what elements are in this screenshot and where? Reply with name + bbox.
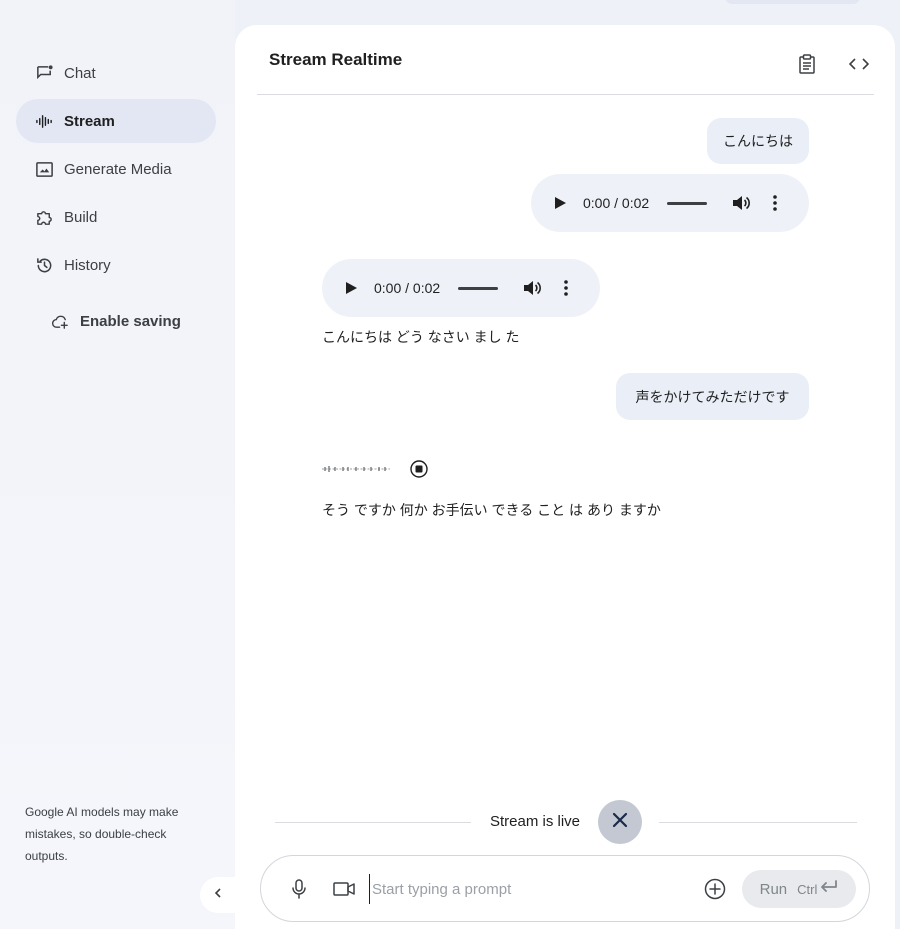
stream-status: Stream is live xyxy=(490,813,581,830)
model-audio-player[interactable]: 0:00 / 0:02 xyxy=(322,259,600,317)
sidebar-item-label: Chat xyxy=(64,64,96,82)
user-message: 声をかけてみただけです xyxy=(616,373,809,420)
collapse-sidebar-button[interactable] xyxy=(200,877,236,913)
history-icon xyxy=(34,255,54,275)
close-icon xyxy=(612,812,628,833)
enable-saving-label: Enable saving xyxy=(80,312,181,330)
sidebar-item-label: Build xyxy=(64,208,98,226)
volume-icon[interactable] xyxy=(522,278,542,298)
model-message-text: こんにちは どう なさい まし た xyxy=(322,329,520,345)
user-message-text: 声をかけてみただけです xyxy=(635,388,790,405)
image-icon xyxy=(34,159,54,179)
sidebar-item-label: Stream xyxy=(64,112,115,130)
add-circle-icon[interactable] xyxy=(704,878,726,900)
user-message: こんにちは xyxy=(707,118,809,164)
volume-icon[interactable] xyxy=(731,193,751,213)
more-vert-icon[interactable] xyxy=(558,279,574,297)
header-actions xyxy=(770,50,874,78)
sidebar-item-generate-media[interactable]: Generate Media xyxy=(16,147,216,191)
audio-waveform-icon xyxy=(322,466,390,472)
cloud-add-icon xyxy=(50,311,70,331)
model-message-text: そう ですか 何か お手伝い できる こと は あり ますか xyxy=(322,502,661,518)
play-icon[interactable] xyxy=(553,196,567,210)
puzzle-icon xyxy=(34,207,54,227)
sidebar-item-build[interactable]: Build xyxy=(16,195,216,239)
sidebar-item-history[interactable]: History xyxy=(16,243,216,287)
stream-live-bar: Stream is live xyxy=(275,800,857,844)
disclaimer: Google AI models may make mistakes, so d… xyxy=(25,805,179,863)
divider xyxy=(659,822,857,823)
audio-time: 0:00 / 0:02 xyxy=(583,195,650,211)
stop-stream-button[interactable] xyxy=(598,800,642,844)
header: Stream Realtime xyxy=(257,25,874,95)
clipboard-icon[interactable] xyxy=(792,50,822,78)
audio-time: 0:00 / 0:02 xyxy=(374,280,441,296)
enter-key-icon xyxy=(820,880,838,898)
enable-saving-button[interactable]: Enable saving xyxy=(50,311,181,331)
sidebar: Chat Stream Generate Media Build History… xyxy=(0,0,236,929)
prompt-input[interactable] xyxy=(369,874,689,904)
video-camera-icon[interactable] xyxy=(333,878,355,900)
user-audio-player[interactable]: 0:00 / 0:02 xyxy=(531,174,809,232)
microphone-icon[interactable] xyxy=(288,878,310,900)
audio-progress-slider[interactable] xyxy=(458,286,499,290)
sidebar-nav: Chat Stream Generate Media Build History xyxy=(16,51,216,291)
audio-progress-slider[interactable] xyxy=(667,201,708,205)
user-message-text: こんにちは xyxy=(723,133,793,149)
page-title: Stream Realtime xyxy=(269,49,403,69)
waveform-icon xyxy=(34,111,54,131)
sidebar-item-chat[interactable]: Chat xyxy=(16,51,216,95)
run-button[interactable]: Run Ctrl xyxy=(742,870,856,908)
divider xyxy=(275,822,471,823)
run-label: Run xyxy=(759,880,788,898)
sidebar-item-stream[interactable]: Stream xyxy=(16,99,216,143)
main-panel: Stream Realtime こんにちは 0:00 / 0:02 0:00 /… xyxy=(235,25,895,929)
chevron-left-icon xyxy=(212,886,224,904)
sidebar-item-label: Generate Media xyxy=(64,160,172,178)
chat-icon xyxy=(34,63,54,83)
top-chip xyxy=(725,0,860,4)
code-icon[interactable] xyxy=(844,50,874,78)
prompt-composer: Run Ctrl xyxy=(260,855,870,922)
shortcut-label: Ctrl xyxy=(797,881,818,897)
stop-icon[interactable] xyxy=(409,459,429,484)
more-vert-icon[interactable] xyxy=(767,194,783,212)
sidebar-item-label: History xyxy=(64,256,111,274)
streaming-indicator xyxy=(321,459,441,479)
play-icon[interactable] xyxy=(344,281,358,295)
